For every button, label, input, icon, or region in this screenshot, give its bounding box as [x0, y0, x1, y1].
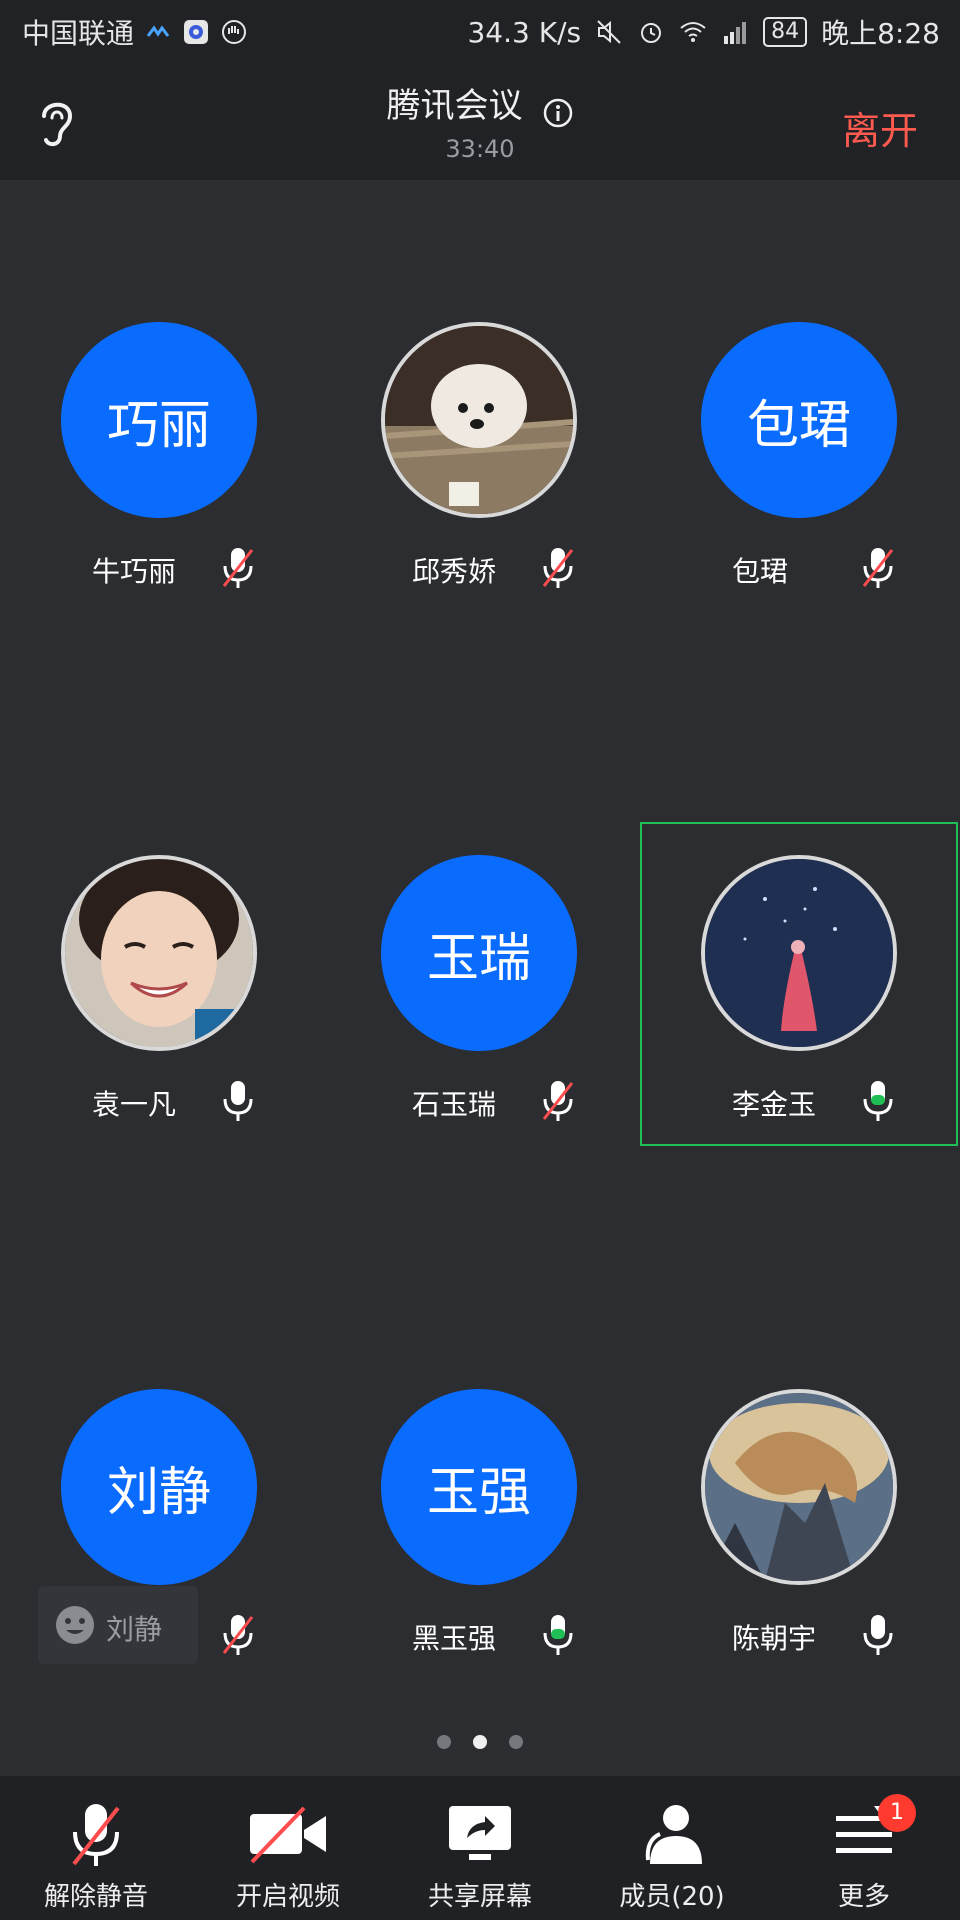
participant-tile[interactable]: 邱秀娇	[320, 322, 640, 652]
carrier-label: 中国联通	[22, 17, 135, 50]
start-video-button[interactable]: 开启视频	[192, 1776, 384, 1920]
participant-name: 石玉瑞	[412, 1088, 497, 1121]
mic-speaking-icon	[543, 1615, 573, 1655]
avatar	[701, 855, 897, 1051]
mute-icon	[597, 20, 621, 44]
girl-photo-icon	[65, 859, 253, 1047]
participant-name: 李金玉	[732, 1088, 817, 1121]
share-screen-label: 共享屏幕	[427, 1882, 532, 1912]
start-video-label: 开启视频	[235, 1882, 340, 1912]
hd-icon	[146, 25, 170, 37]
participant-tile[interactable]: 巧丽 牛巧丽	[0, 322, 320, 652]
unmute-button[interactable]: 解除静音	[0, 1776, 192, 1920]
status-bar: 中国联通 34.3 K/s 84 晚上8:28	[0, 0, 960, 64]
alarm-icon	[641, 23, 662, 43]
mic-muted-icon	[542, 548, 574, 588]
participant-name: 刘静	[106, 1613, 163, 1646]
more-button[interactable]: 1 更多	[768, 1776, 960, 1920]
dog-photo-icon	[385, 326, 573, 514]
share-screen-button[interactable]: 共享屏幕	[384, 1776, 576, 1920]
page-dot[interactable]	[437, 1735, 451, 1749]
night-sky-photo-icon	[705, 859, 893, 1047]
mic-icon	[863, 1615, 893, 1655]
wifi-icon	[680, 22, 706, 42]
notification-badge: 1	[878, 1794, 916, 1832]
participant-tile[interactable]: 李金玉	[640, 855, 960, 1185]
unmute-label: 解除静音	[43, 1882, 148, 1912]
avatar: 刘静	[61, 1389, 257, 1585]
leave-button[interactable]: 离开	[842, 100, 918, 155]
dragon-photo-icon	[705, 1393, 893, 1581]
page-dot-active[interactable]	[473, 1735, 487, 1749]
signal-icon	[724, 22, 747, 44]
members-button[interactable]: 成员(20)	[576, 1776, 768, 1920]
avatar	[61, 855, 257, 1051]
more-label: 更多	[837, 1882, 890, 1912]
mic-muted-icon	[72, 1804, 120, 1866]
bottom-toolbar: 解除静音 开启视频 共享屏幕 成员(20) 1 更多	[0, 1776, 960, 1920]
participant-name: 包珺	[732, 555, 789, 588]
mic-muted-icon	[222, 1615, 254, 1655]
participant-name: 黑玉强	[412, 1622, 497, 1655]
clock: 晚上8:28	[821, 17, 940, 50]
page-dot[interactable]	[509, 1735, 523, 1749]
avatar: 巧丽	[61, 322, 257, 518]
hand-icon	[222, 20, 247, 44]
avatar: 玉瑞	[381, 855, 577, 1051]
chat-bubble[interactable]: 刘静	[38, 1586, 198, 1664]
avatar	[701, 1389, 897, 1585]
battery-indicator: 84	[763, 17, 808, 47]
network-speed: 34.3 K/s	[467, 15, 582, 49]
meeting-timer: 33:40	[445, 134, 515, 163]
participant-tile[interactable]: 陈朝宇	[640, 1389, 960, 1719]
mic-muted-icon	[862, 548, 894, 588]
participant-name: 陈朝宇	[732, 1622, 817, 1655]
mic-speaking-icon	[863, 1081, 893, 1121]
avatar: 玉强	[381, 1389, 577, 1585]
participant-tile[interactable]: 刘静	[0, 1389, 320, 1719]
share-screen-icon	[449, 1806, 511, 1860]
info-icon[interactable]	[542, 97, 574, 129]
participant-name: 袁一凡	[92, 1088, 177, 1121]
app-notification-icon	[184, 20, 209, 44]
participant-name: 邱秀娇	[412, 555, 497, 588]
participant-name: 牛巧丽	[92, 555, 177, 588]
participant-tile[interactable]: 袁一凡	[0, 855, 320, 1185]
members-label: 成员(20)	[619, 1882, 725, 1912]
participant-tile[interactable]: 玉瑞 石玉瑞	[320, 855, 640, 1185]
avatar	[381, 322, 577, 518]
members-icon	[645, 1805, 702, 1864]
participant-tile[interactable]: 玉强 黑玉强	[320, 1389, 640, 1719]
mic-muted-icon	[222, 548, 254, 588]
camera-off-icon	[250, 1806, 326, 1864]
emoji-icon[interactable]	[54, 1604, 96, 1646]
mic-icon	[223, 1081, 253, 1121]
page-indicator	[0, 1735, 960, 1749]
meeting-title: 腾讯会议	[386, 86, 523, 126]
mic-muted-icon	[542, 1081, 574, 1121]
meeting-header: 腾讯会议 33:40 离开	[0, 64, 960, 180]
participant-tile[interactable]: 包珺 包珺	[640, 322, 960, 652]
avatar: 包珺	[701, 322, 897, 518]
